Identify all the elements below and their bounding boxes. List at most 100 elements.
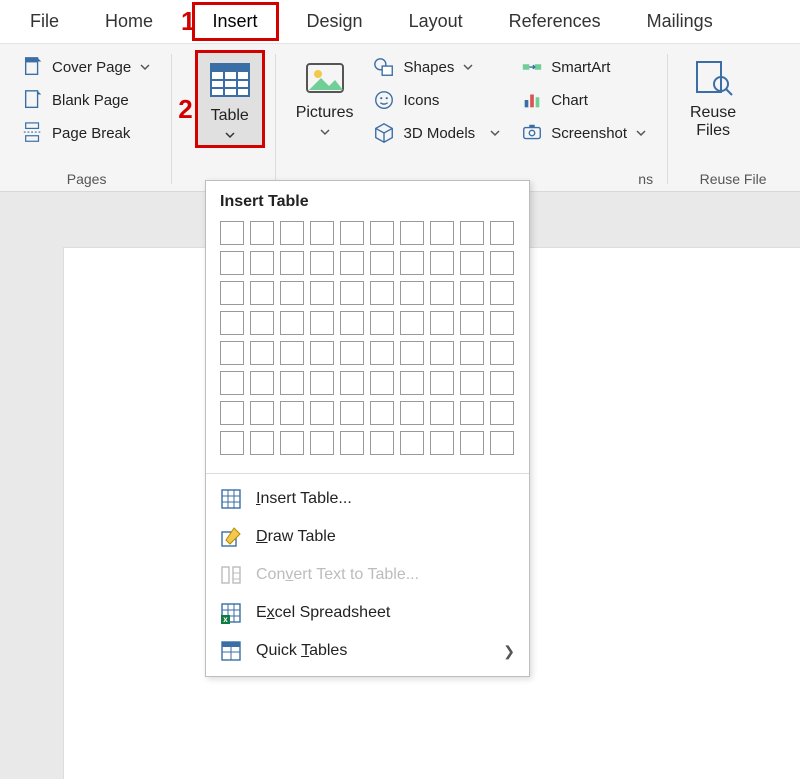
grid-cell[interactable] (250, 371, 274, 395)
page-break-button[interactable]: Page Break (18, 120, 155, 146)
grid-cell[interactable] (250, 311, 274, 335)
grid-cell[interactable] (400, 431, 424, 455)
grid-cell[interactable] (460, 341, 484, 365)
blank-page-button[interactable]: Blank Page (18, 87, 155, 113)
grid-cell[interactable] (220, 431, 244, 455)
grid-cell[interactable] (250, 341, 274, 365)
tab-layout[interactable]: Layout (391, 5, 481, 38)
icons-button[interactable]: Icons (369, 87, 505, 113)
menu-excel-spreadsheet[interactable]: x Excel Spreadsheet (206, 594, 529, 632)
shapes-button[interactable]: Shapes (369, 54, 505, 80)
grid-cell[interactable] (310, 251, 334, 275)
grid-cell[interactable] (490, 341, 514, 365)
grid-cell[interactable] (430, 341, 454, 365)
menu-insert-table[interactable]: IInsert Table...nsert Table... (206, 480, 529, 518)
grid-cell[interactable] (370, 281, 394, 305)
grid-cell[interactable] (370, 371, 394, 395)
grid-cell[interactable] (370, 251, 394, 275)
grid-cell[interactable] (340, 341, 364, 365)
grid-cell[interactable] (310, 371, 334, 395)
grid-cell[interactable] (250, 401, 274, 425)
grid-cell[interactable] (460, 401, 484, 425)
grid-cell[interactable] (370, 401, 394, 425)
grid-cell[interactable] (220, 371, 244, 395)
grid-cell[interactable] (310, 431, 334, 455)
grid-cell[interactable] (370, 311, 394, 335)
grid-cell[interactable] (280, 221, 304, 245)
grid-cell[interactable] (280, 311, 304, 335)
grid-cell[interactable] (340, 251, 364, 275)
tab-home[interactable]: Home (87, 5, 171, 38)
table-button[interactable]: Table (195, 50, 265, 148)
grid-cell[interactable] (430, 431, 454, 455)
grid-cell[interactable] (280, 431, 304, 455)
pictures-button[interactable]: Pictures (286, 50, 364, 142)
grid-cell[interactable] (340, 281, 364, 305)
grid-cell[interactable] (490, 431, 514, 455)
cover-page-button[interactable]: Cover Page (18, 54, 155, 80)
menu-quick-tables[interactable]: Quick Tables ❯ (206, 632, 529, 670)
grid-cell[interactable] (460, 371, 484, 395)
tab-insert[interactable]: Insert (192, 2, 279, 41)
menu-draw-table[interactable]: Draw Table (206, 518, 529, 556)
grid-cell[interactable] (460, 431, 484, 455)
grid-cell[interactable] (400, 401, 424, 425)
chart-button[interactable]: Chart (517, 87, 651, 113)
grid-cell[interactable] (250, 431, 274, 455)
grid-cell[interactable] (310, 221, 334, 245)
grid-cell[interactable] (400, 251, 424, 275)
grid-cell[interactable] (280, 281, 304, 305)
tab-mailings[interactable]: Mailings (629, 5, 731, 38)
3d-models-button[interactable]: 3D Models (369, 120, 505, 146)
tab-references[interactable]: References (491, 5, 619, 38)
smartart-button[interactable]: SmartArt (517, 54, 651, 80)
grid-cell[interactable] (490, 221, 514, 245)
grid-cell[interactable] (220, 221, 244, 245)
tab-file[interactable]: File (12, 5, 77, 38)
grid-cell[interactable] (400, 281, 424, 305)
grid-cell[interactable] (220, 251, 244, 275)
grid-cell[interactable] (250, 251, 274, 275)
grid-cell[interactable] (490, 401, 514, 425)
grid-cell[interactable] (370, 431, 394, 455)
grid-cell[interactable] (370, 221, 394, 245)
grid-cell[interactable] (430, 371, 454, 395)
grid-cell[interactable] (340, 371, 364, 395)
grid-cell[interactable] (430, 221, 454, 245)
grid-cell[interactable] (460, 311, 484, 335)
grid-cell[interactable] (460, 251, 484, 275)
grid-cell[interactable] (340, 311, 364, 335)
grid-cell[interactable] (220, 341, 244, 365)
grid-cell[interactable] (340, 221, 364, 245)
grid-cell[interactable] (310, 311, 334, 335)
grid-cell[interactable] (400, 221, 424, 245)
grid-cell[interactable] (460, 221, 484, 245)
grid-cell[interactable] (250, 281, 274, 305)
grid-cell[interactable] (280, 251, 304, 275)
grid-cell[interactable] (280, 341, 304, 365)
grid-cell[interactable] (490, 251, 514, 275)
grid-cell[interactable] (430, 401, 454, 425)
grid-cell[interactable] (430, 281, 454, 305)
grid-cell[interactable] (220, 401, 244, 425)
grid-cell[interactable] (250, 221, 274, 245)
grid-cell[interactable] (400, 341, 424, 365)
grid-cell[interactable] (310, 341, 334, 365)
grid-cell[interactable] (490, 311, 514, 335)
reuse-files-button[interactable]: Reuse Files (678, 50, 748, 144)
tab-design[interactable]: Design (289, 5, 381, 38)
grid-cell[interactable] (310, 401, 334, 425)
grid-cell[interactable] (490, 371, 514, 395)
grid-cell[interactable] (370, 341, 394, 365)
grid-cell[interactable] (280, 401, 304, 425)
grid-cell[interactable] (280, 371, 304, 395)
grid-cell[interactable] (430, 251, 454, 275)
grid-cell[interactable] (340, 431, 364, 455)
grid-cell[interactable] (220, 311, 244, 335)
grid-cell[interactable] (220, 281, 244, 305)
grid-cell[interactable] (490, 281, 514, 305)
grid-cell[interactable] (310, 281, 334, 305)
grid-cell[interactable] (400, 371, 424, 395)
grid-cell[interactable] (460, 281, 484, 305)
grid-cell[interactable] (430, 311, 454, 335)
